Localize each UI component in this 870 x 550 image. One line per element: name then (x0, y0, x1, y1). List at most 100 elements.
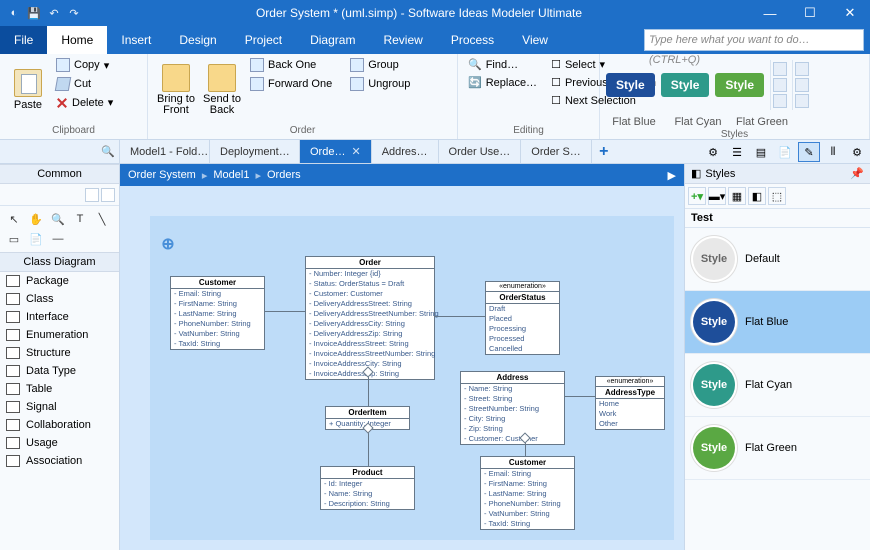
menu-process[interactable]: Process (437, 26, 508, 54)
style-flat-cyan[interactable]: Style (661, 73, 710, 97)
style-tool-5[interactable]: ⬚ (768, 187, 786, 205)
maximize-button[interactable]: ☐ (790, 0, 830, 26)
style-item-flat-cyan[interactable]: StyleFlat Cyan (685, 354, 870, 417)
window-title: Order System * (uml.simp) - Software Ide… (88, 6, 750, 20)
group-clipboard: Clipboard (6, 124, 141, 137)
ungroup-button[interactable]: Ungroup (346, 75, 414, 93)
tool-5[interactable]: ✎ (798, 142, 820, 162)
left-tool-b[interactable] (101, 188, 115, 202)
style-item-flat-green[interactable]: StyleFlat Green (685, 417, 870, 480)
paste-button[interactable]: Paste (6, 56, 50, 124)
palette-signal[interactable]: Signal (0, 398, 119, 416)
pin-icon[interactable]: 📌 (850, 167, 864, 180)
back-one-button[interactable]: Back One (246, 56, 336, 74)
palette-structure[interactable]: Structure (0, 344, 119, 362)
class-order[interactable]: Order- Number: Integer {id}- Status: Ord… (305, 256, 435, 380)
text-tool[interactable]: T (70, 210, 90, 228)
menu-project[interactable]: Project (231, 26, 296, 54)
add-element-icon[interactable]: ⊕ (160, 236, 176, 252)
hand-tool[interactable]: ✋ (26, 210, 46, 228)
minimize-button[interactable]: — (750, 0, 790, 26)
styles-panel-title: Styles (705, 168, 735, 180)
palette-table[interactable]: Table (0, 380, 119, 398)
class-product[interactable]: Product- Id: Integer- Name: String- Desc… (320, 466, 415, 510)
close-tab-icon[interactable]: ✕ (351, 145, 360, 158)
style-gallery-controls[interactable] (770, 60, 786, 110)
menu-insert[interactable]: Insert (107, 26, 165, 54)
menu-review[interactable]: Review (369, 26, 436, 54)
tab-order-use[interactable]: Order Use… (439, 140, 522, 163)
search-input[interactable]: Type here what you want to do… (CTRL+Q) (644, 29, 864, 51)
palette-interface[interactable]: Interface (0, 308, 119, 326)
section-class-diagram: Class Diagram (0, 252, 119, 272)
diagram-canvas[interactable]: ⊕ ↖ Customer- Email: String- FirstName: … (120, 186, 684, 550)
enum-addresstype[interactable]: «enumeration»AddressTypeHomeWorkOther (595, 376, 665, 430)
palette-collaboration[interactable]: Collaboration (0, 416, 119, 434)
bring-to-front-button[interactable]: Bring to Front (154, 56, 198, 124)
cut-button[interactable]: Cut (52, 75, 117, 93)
style-item-default[interactable]: StyleDefault (685, 228, 870, 291)
tab-order-s[interactable]: Order S… (521, 140, 592, 163)
test-label: Test (685, 209, 870, 228)
enum-orderstatus[interactable]: «enumeration»OrderStatusDraftPlacedProce… (485, 281, 560, 355)
group-editing: Editing (464, 124, 593, 137)
style-flat-blue[interactable]: Style (606, 73, 655, 97)
menu-home[interactable]: Home (47, 26, 107, 54)
tab-model1[interactable]: Model1 - Fold… (120, 140, 210, 163)
tool-2[interactable]: ☰ (726, 142, 748, 162)
style-tool-2[interactable]: ▬▾ (708, 187, 726, 205)
palette-package[interactable]: Package (0, 272, 119, 290)
style-flat-green[interactable]: Style (715, 73, 764, 97)
left-tool-a[interactable] (85, 188, 99, 202)
menu-diagram[interactable]: Diagram (296, 26, 369, 54)
palette-class[interactable]: Class (0, 290, 119, 308)
group-button[interactable]: Group (346, 56, 414, 74)
menu-design[interactable]: Design (165, 26, 230, 54)
link-tool[interactable]: — (48, 230, 68, 248)
replace-button[interactable]: 🔄 Replace… (464, 74, 541, 91)
palette-data-type[interactable]: Data Type (0, 362, 119, 380)
note-tool[interactable]: 📄 (26, 230, 46, 248)
class-address[interactable]: Address- Name: String- Street: String- S… (460, 371, 565, 445)
delete-button[interactable]: Delete ▾ (52, 94, 117, 111)
send-to-back-button[interactable]: Send to Back (200, 56, 244, 124)
tab-address[interactable]: Addres… (372, 140, 439, 163)
find-button[interactable]: 🔍 Find… (464, 56, 541, 73)
undo-icon[interactable]: ↶ (46, 5, 62, 21)
tool-4[interactable]: 📄 (774, 142, 796, 162)
style-item-flat-blue[interactable]: StyleFlat Blue (685, 291, 870, 354)
rect-tool[interactable]: ▭ (4, 230, 24, 248)
add-tab-button[interactable]: + (592, 140, 616, 163)
tool-7[interactable]: ⚙ (846, 142, 868, 162)
tool-3[interactable]: ▤ (750, 142, 772, 162)
close-button[interactable]: ✕ (830, 0, 870, 26)
menu-file[interactable]: File (0, 26, 47, 54)
style-gallery-more[interactable] (792, 60, 808, 110)
palette-usage[interactable]: Usage (0, 434, 119, 452)
search-icon[interactable]: 🔍 (101, 145, 115, 158)
style-tool-3[interactable]: ▦ (728, 187, 746, 205)
copy-button[interactable]: Copy ▾ (52, 56, 117, 74)
line-tool[interactable]: ╲ (92, 210, 112, 228)
menu-view[interactable]: View (508, 26, 562, 54)
tool-6[interactable]: ⦀ (822, 142, 844, 162)
style-tool-4[interactable]: ◧ (748, 187, 766, 205)
palette-association[interactable]: Association (0, 452, 119, 470)
tab-orders[interactable]: Orde…✕ (300, 140, 372, 163)
qat-icon[interactable]: ◐ (6, 5, 22, 21)
palette-enumeration[interactable]: Enumeration (0, 326, 119, 344)
section-common: Common (0, 164, 119, 184)
save-icon[interactable]: 💾 (26, 5, 42, 21)
class-customer[interactable]: Customer- Email: String- FirstName: Stri… (170, 276, 265, 350)
add-style-button[interactable]: +▾ (688, 187, 706, 205)
breadcrumb-play-icon[interactable]: ▶ (668, 169, 676, 182)
styles-icon: ◧ (691, 167, 701, 180)
redo-icon[interactable]: ↷ (66, 5, 82, 21)
class-customer-2[interactable]: Customer- Email: String- FirstName: Stri… (480, 456, 575, 530)
tab-deployment[interactable]: Deployment… (210, 140, 300, 163)
zoom-tool[interactable]: 🔍 (48, 210, 68, 228)
group-order: Order (154, 124, 451, 137)
forward-one-button[interactable]: Forward One (246, 75, 336, 93)
pointer-tool[interactable]: ↖ (4, 210, 24, 228)
tool-1[interactable]: ⚙ (702, 142, 724, 162)
